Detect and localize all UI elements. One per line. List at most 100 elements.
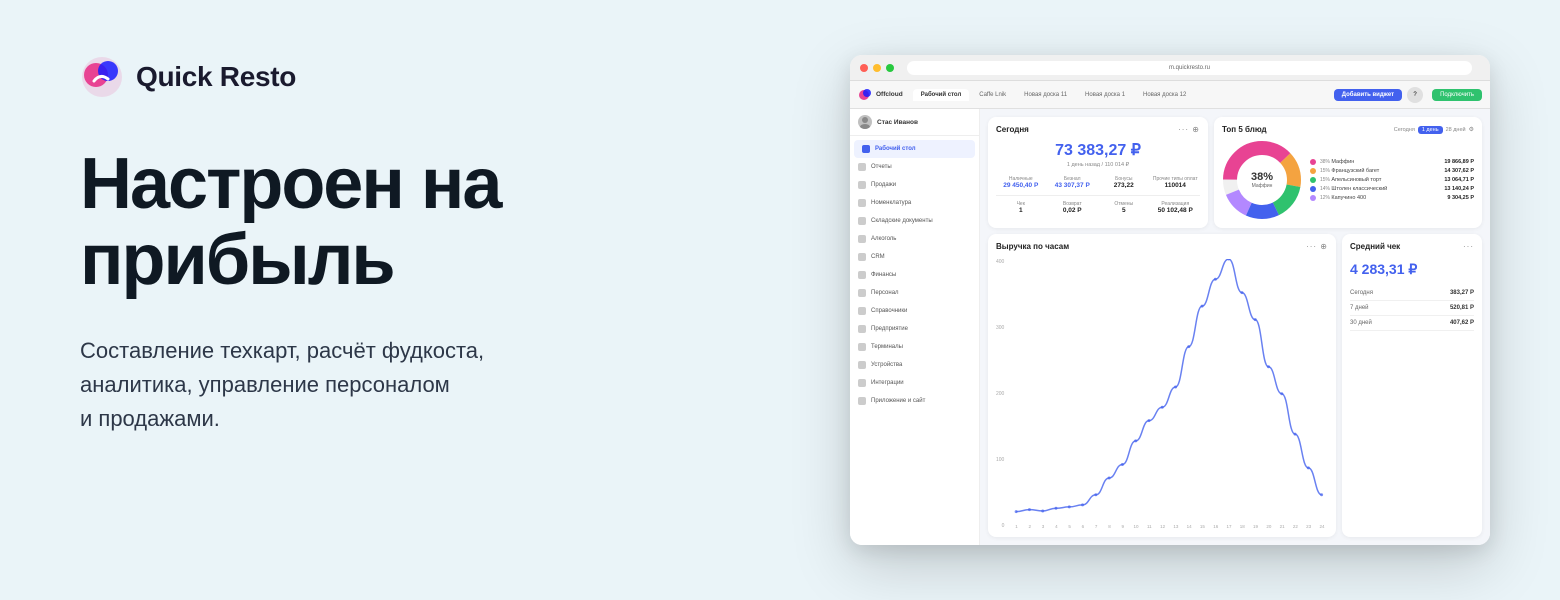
- avg-card: Средний чек ··· 4 283,31 ₽ Сегодня 383,2…: [1342, 234, 1482, 537]
- apps-icon: [858, 397, 866, 405]
- sidebar-item-enterprise[interactable]: Предприятие: [850, 320, 979, 338]
- legend-val-baguette: 14 307,62 Р: [1444, 168, 1474, 174]
- x-label-2: 2: [1024, 524, 1036, 529]
- sidebar-user-info: Стас Иванов: [877, 119, 918, 126]
- stat-return: Возврат 0,02 Р: [1048, 201, 1098, 214]
- logo-icon: [80, 55, 124, 99]
- avg-title: Средний чек: [1350, 242, 1400, 251]
- x-label-15: 15: [1196, 524, 1208, 529]
- top5-dots: ⚙: [1469, 126, 1474, 133]
- stat-card: Безнал 43 307,37 Р: [1048, 176, 1098, 189]
- enterprise-icon: [858, 325, 866, 333]
- sidebar-item-refs[interactable]: Справочники: [850, 302, 979, 320]
- legend-cappuccino: 12% Капучино 400 9 304,25 Р: [1310, 195, 1474, 201]
- sidebar-username: Стас Иванов: [877, 119, 918, 126]
- sidebar-item-crm[interactable]: СRM: [850, 248, 979, 266]
- sidebar-item-integrations[interactable]: Интеграции: [850, 374, 979, 392]
- top5-controls: Сегодня 1 день 28 дней ⚙: [1394, 126, 1474, 134]
- tab-new2[interactable]: Новая доска 1: [1077, 89, 1133, 101]
- avg-row-today: Сегодня 383,27 Р: [1350, 286, 1474, 301]
- alcohol-icon: [858, 235, 866, 243]
- sidebar-item-finance[interactable]: Финансы: [850, 266, 979, 284]
- crm-icon: [858, 253, 866, 261]
- bars-container: 123456789101112131415161718192021222324: [1010, 259, 1328, 529]
- integrations-icon: [858, 379, 866, 387]
- dashboard-screenshot: m.quickresto.ru Offcloud Рабочий стол Ca…: [850, 55, 1490, 545]
- legend-dot-cappuccino: [1310, 195, 1316, 201]
- legend-stollen: 14% Штолен классический 13 140,24 Р: [1310, 186, 1474, 192]
- sidebar-item-devices[interactable]: Устройства: [850, 356, 979, 374]
- hours-header: Выручка по часам ··· ⊕: [996, 242, 1328, 251]
- x-label-22: 22: [1289, 524, 1301, 529]
- reports-icon: [858, 163, 866, 171]
- browser-dot-minimize: [873, 64, 881, 72]
- hours-title: Выручка по часам: [996, 242, 1069, 251]
- desktop-icon: [862, 145, 870, 153]
- legend-name-cake: 15% Апельсиновый торт: [1320, 177, 1440, 183]
- top5-1day[interactable]: 1 день: [1418, 126, 1443, 134]
- top-row: Сегодня ··· ⊕ 73 383,27 ₽ 1 день назад /…: [988, 117, 1482, 228]
- donut-chart: 38% Маффин: [1222, 140, 1302, 220]
- stat-cancels: Отмены 5: [1099, 201, 1149, 214]
- stat-check: Чек 1: [996, 201, 1046, 214]
- app-body: Стас Иванов Рабочий стол Отчеты Продажи: [850, 109, 1490, 545]
- refs-icon: [858, 307, 866, 315]
- stat-cash: Наличные 29 450,40 Р: [996, 176, 1046, 189]
- avg-header: Средний чек ···: [1350, 242, 1474, 251]
- sidebar-item-terminals[interactable]: Терминалы: [850, 338, 979, 356]
- avg-amount: 4 283,31 ₽: [1350, 261, 1474, 278]
- tab-caffe[interactable]: Caffe Lnik: [971, 89, 1014, 101]
- avg-val-today: 383,27 Р: [1450, 290, 1474, 296]
- today-amount: 73 383,27 ₽: [996, 140, 1200, 160]
- legend-val-cake: 13 064,71 Р: [1444, 177, 1474, 183]
- top5-card: Топ 5 блюд Сегодня 1 день 28 дней ⚙: [1214, 117, 1482, 228]
- stat-bonus: Бонусы 273,22: [1099, 176, 1149, 189]
- sidebar-nav: Рабочий стол Отчеты Продажи Номенклатура: [850, 136, 979, 414]
- y-axis: 400 300 200 100 0: [996, 259, 1008, 529]
- browser-dot-expand: [886, 64, 894, 72]
- avg-val-7days: 520,81 Р: [1450, 305, 1474, 311]
- stat-other: Прочие типы оплат 110014: [1151, 176, 1201, 189]
- add-widget-button[interactable]: Добавить виджет: [1334, 89, 1402, 101]
- logo-area: Quick Resto: [80, 55, 740, 99]
- avg-row-30days: 30 дней 407,62 Р: [1350, 316, 1474, 331]
- sidebar-item-warehouse[interactable]: Складские документы: [850, 212, 979, 230]
- legend-val-stollen: 13 140,24 Р: [1444, 186, 1474, 192]
- top5-28days[interactable]: 28 дней: [1446, 127, 1466, 133]
- sidebar-item-menu[interactable]: Номенклатура: [850, 194, 979, 212]
- hero-title: Настроен на прибыль: [80, 147, 740, 298]
- x-label-6: 6: [1077, 524, 1089, 529]
- sidebar-item-reports[interactable]: Отчеты: [850, 158, 979, 176]
- top5-title: Топ 5 блюд: [1222, 125, 1267, 134]
- tab-rабочий-стол[interactable]: Рабочий стол: [913, 89, 970, 101]
- bars-area: [1010, 259, 1328, 522]
- x-label-10: 10: [1130, 524, 1142, 529]
- x-labels: 123456789101112131415161718192021222324: [1010, 524, 1328, 529]
- legend-dot-stollen: [1310, 186, 1316, 192]
- tab-bar: Offcloud Рабочий стол Caffe Lnik Новая д…: [850, 81, 1490, 109]
- x-label-13: 13: [1170, 524, 1182, 529]
- connect-button[interactable]: Подключить: [1432, 89, 1482, 101]
- content-area: Сегодня ··· ⊕ 73 383,27 ₽ 1 день назад /…: [980, 109, 1490, 545]
- sidebar-item-alcohol[interactable]: Алкоголь: [850, 230, 979, 248]
- sidebar-item-staff[interactable]: Персонал: [850, 284, 979, 302]
- legend-name-maffin: 38% Маффин: [1320, 159, 1440, 165]
- sidebar-item-apps[interactable]: Приложение и сайт: [850, 392, 979, 410]
- today-dots: ··· ⊕: [1178, 125, 1200, 134]
- tab-new1[interactable]: Новая доска 11: [1016, 89, 1075, 101]
- hours-chart: 400 300 200 100 0: [996, 255, 1328, 529]
- sales-icon: [858, 181, 866, 189]
- sidebar: Стас Иванов Рабочий стол Отчеты Продажи: [850, 109, 980, 545]
- sidebar-item-sales[interactable]: Продажи: [850, 176, 979, 194]
- avg-row-7days: 7 дней 520,81 Р: [1350, 301, 1474, 316]
- browser-bar: m.quickresto.ru: [850, 55, 1490, 81]
- browser-dot-close: [860, 64, 868, 72]
- devices-icon: [858, 361, 866, 369]
- sidebar-item-desktop[interactable]: Рабочий стол: [854, 140, 975, 158]
- legend-val-maffin: 19 866,89 Р: [1444, 159, 1474, 165]
- tab-new3[interactable]: Новая доска 12: [1135, 89, 1194, 101]
- x-label-17: 17: [1223, 524, 1235, 529]
- tab-logo-icon: [858, 88, 872, 102]
- x-label-8: 8: [1103, 524, 1115, 529]
- x-label-4: 4: [1050, 524, 1062, 529]
